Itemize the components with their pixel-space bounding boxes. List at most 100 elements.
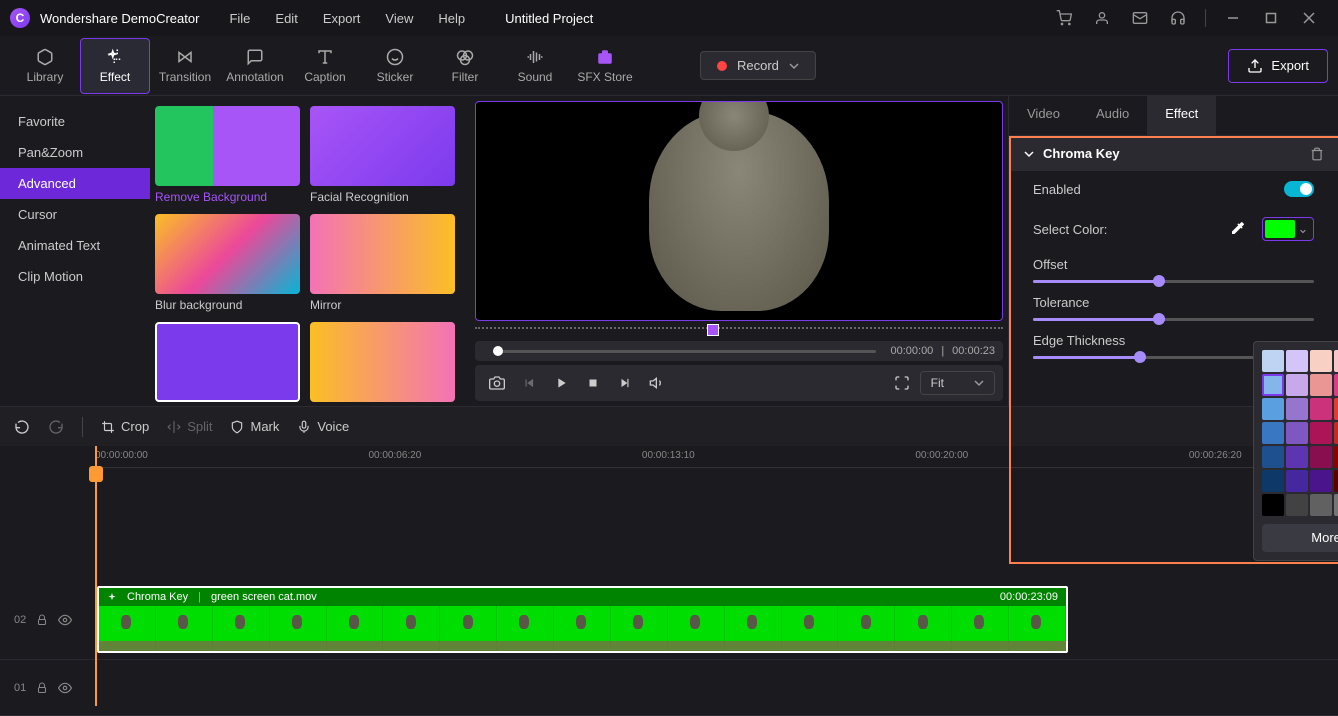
crop-button[interactable]: Crop [101,419,149,434]
color-cell[interactable] [1310,494,1332,516]
sidebar-favorite[interactable]: Favorite [0,106,150,137]
prop-tab-video[interactable]: Video [1009,96,1078,135]
tool-filter[interactable]: Filter [430,38,500,94]
offset-slider[interactable] [1033,280,1314,283]
undo-button[interactable] [14,419,30,435]
eyedropper-button[interactable] [1230,220,1248,238]
maximize-button[interactable] [1264,11,1278,25]
preview-slider[interactable] [493,350,876,353]
preview-scrubber[interactable] [475,327,1003,335]
effect-6[interactable] [310,322,455,402]
color-cell[interactable] [1262,494,1284,516]
redo-button[interactable] [48,419,64,435]
cart-icon[interactable] [1055,9,1073,27]
play-button[interactable] [547,369,575,397]
prop-tab-audio[interactable]: Audio [1078,96,1147,135]
color-cell[interactable] [1334,350,1338,372]
color-cell[interactable] [1310,470,1332,492]
eye-icon[interactable] [58,681,72,695]
next-button[interactable] [611,369,639,397]
prev-button[interactable] [515,369,543,397]
color-cell[interactable] [1334,422,1338,444]
menu-edit[interactable]: Edit [275,11,297,26]
color-cell[interactable] [1310,350,1332,372]
color-cell[interactable] [1310,446,1332,468]
color-swatch-button[interactable]: ⌄ [1262,217,1314,241]
tool-effect[interactable]: Effect [80,38,150,94]
split-button[interactable]: Split [167,419,212,434]
tool-sticker[interactable]: Sticker [360,38,430,94]
color-cell[interactable] [1262,350,1284,372]
color-cell[interactable] [1286,374,1308,396]
stop-button[interactable] [579,369,607,397]
menu-file[interactable]: File [229,11,250,26]
color-cell[interactable] [1334,470,1338,492]
color-cell[interactable] [1310,398,1332,420]
eye-icon[interactable] [58,613,72,627]
sidebar-clip-motion[interactable]: Clip Motion [0,261,150,292]
fullscreen-button[interactable] [888,369,916,397]
effect-facial-recognition[interactable]: Facial Recognition [310,106,455,208]
color-cell[interactable] [1286,446,1308,468]
mail-icon[interactable] [1131,9,1149,27]
prop-tab-effect[interactable]: Effect [1147,96,1216,135]
tool-sfx[interactable]: SFX Store [570,38,640,94]
fit-select[interactable]: Fit [920,371,995,395]
lock-icon[interactable] [36,682,48,694]
minimize-button[interactable] [1226,11,1240,25]
lock-icon[interactable] [36,614,48,626]
color-cell[interactable] [1334,494,1338,516]
select-color-label: Select Color: [1033,222,1107,237]
color-cell[interactable] [1262,446,1284,468]
color-cell[interactable] [1286,494,1308,516]
color-cell[interactable] [1286,470,1308,492]
tool-annotation[interactable]: Annotation [220,38,290,94]
color-cell[interactable] [1310,374,1332,396]
menu-export[interactable]: Export [323,11,361,26]
more-colors-button[interactable]: More... [1262,524,1338,552]
clip-duration: 00:00:23:09 [1000,591,1058,603]
color-cell[interactable] [1286,422,1308,444]
mark-button[interactable]: Mark [230,419,279,434]
tolerance-slider[interactable] [1033,318,1314,321]
color-cell[interactable] [1262,470,1284,492]
enabled-toggle[interactable] [1284,181,1314,197]
sidebar-animated-text[interactable]: Animated Text [0,230,150,261]
effect-remove-background[interactable]: Remove Background [155,106,300,208]
color-cell[interactable] [1262,422,1284,444]
delete-effect-button[interactable] [1310,147,1324,161]
user-icon[interactable] [1093,9,1111,27]
sidebar-advanced[interactable]: Advanced [0,168,150,199]
video-clip[interactable]: Chroma Key | green screen cat.mov 00:00:… [97,586,1068,653]
chroma-key-header[interactable]: Chroma Key [1009,136,1338,171]
color-cell[interactable] [1334,374,1338,396]
effect-mirror[interactable]: Mirror [310,214,455,316]
effect-blur-background[interactable]: Blur background [155,214,300,316]
menu-help[interactable]: Help [438,11,465,26]
tool-sound[interactable]: Sound [500,38,570,94]
color-cell[interactable] [1310,422,1332,444]
voice-button[interactable]: Voice [297,419,349,434]
color-cell[interactable] [1286,398,1308,420]
color-cell[interactable] [1262,374,1284,396]
volume-button[interactable] [643,369,671,397]
color-cell[interactable] [1334,446,1338,468]
playhead[interactable] [95,446,97,706]
headset-icon[interactable] [1169,9,1187,27]
sidebar-panzoom[interactable]: Pan&Zoom [0,137,150,168]
color-cell[interactable] [1262,398,1284,420]
effect-5[interactable] [155,322,300,402]
preview-video[interactable] [475,101,1003,321]
close-button[interactable] [1302,11,1316,25]
sidebar-cursor[interactable]: Cursor [0,199,150,230]
color-cell[interactable] [1334,398,1338,420]
record-button[interactable]: Record [700,51,816,80]
export-button[interactable]: Export [1228,49,1328,83]
tool-transition[interactable]: Transition [150,38,220,94]
tool-library[interactable]: Library [10,38,80,94]
color-cell[interactable] [1286,350,1308,372]
timeline-ruler[interactable]: 00:00:00:0000:00:06:2000:00:13:1000:00:2… [95,446,1338,468]
snapshot-button[interactable] [483,369,511,397]
tool-caption[interactable]: Caption [290,38,360,94]
menu-view[interactable]: View [385,11,413,26]
